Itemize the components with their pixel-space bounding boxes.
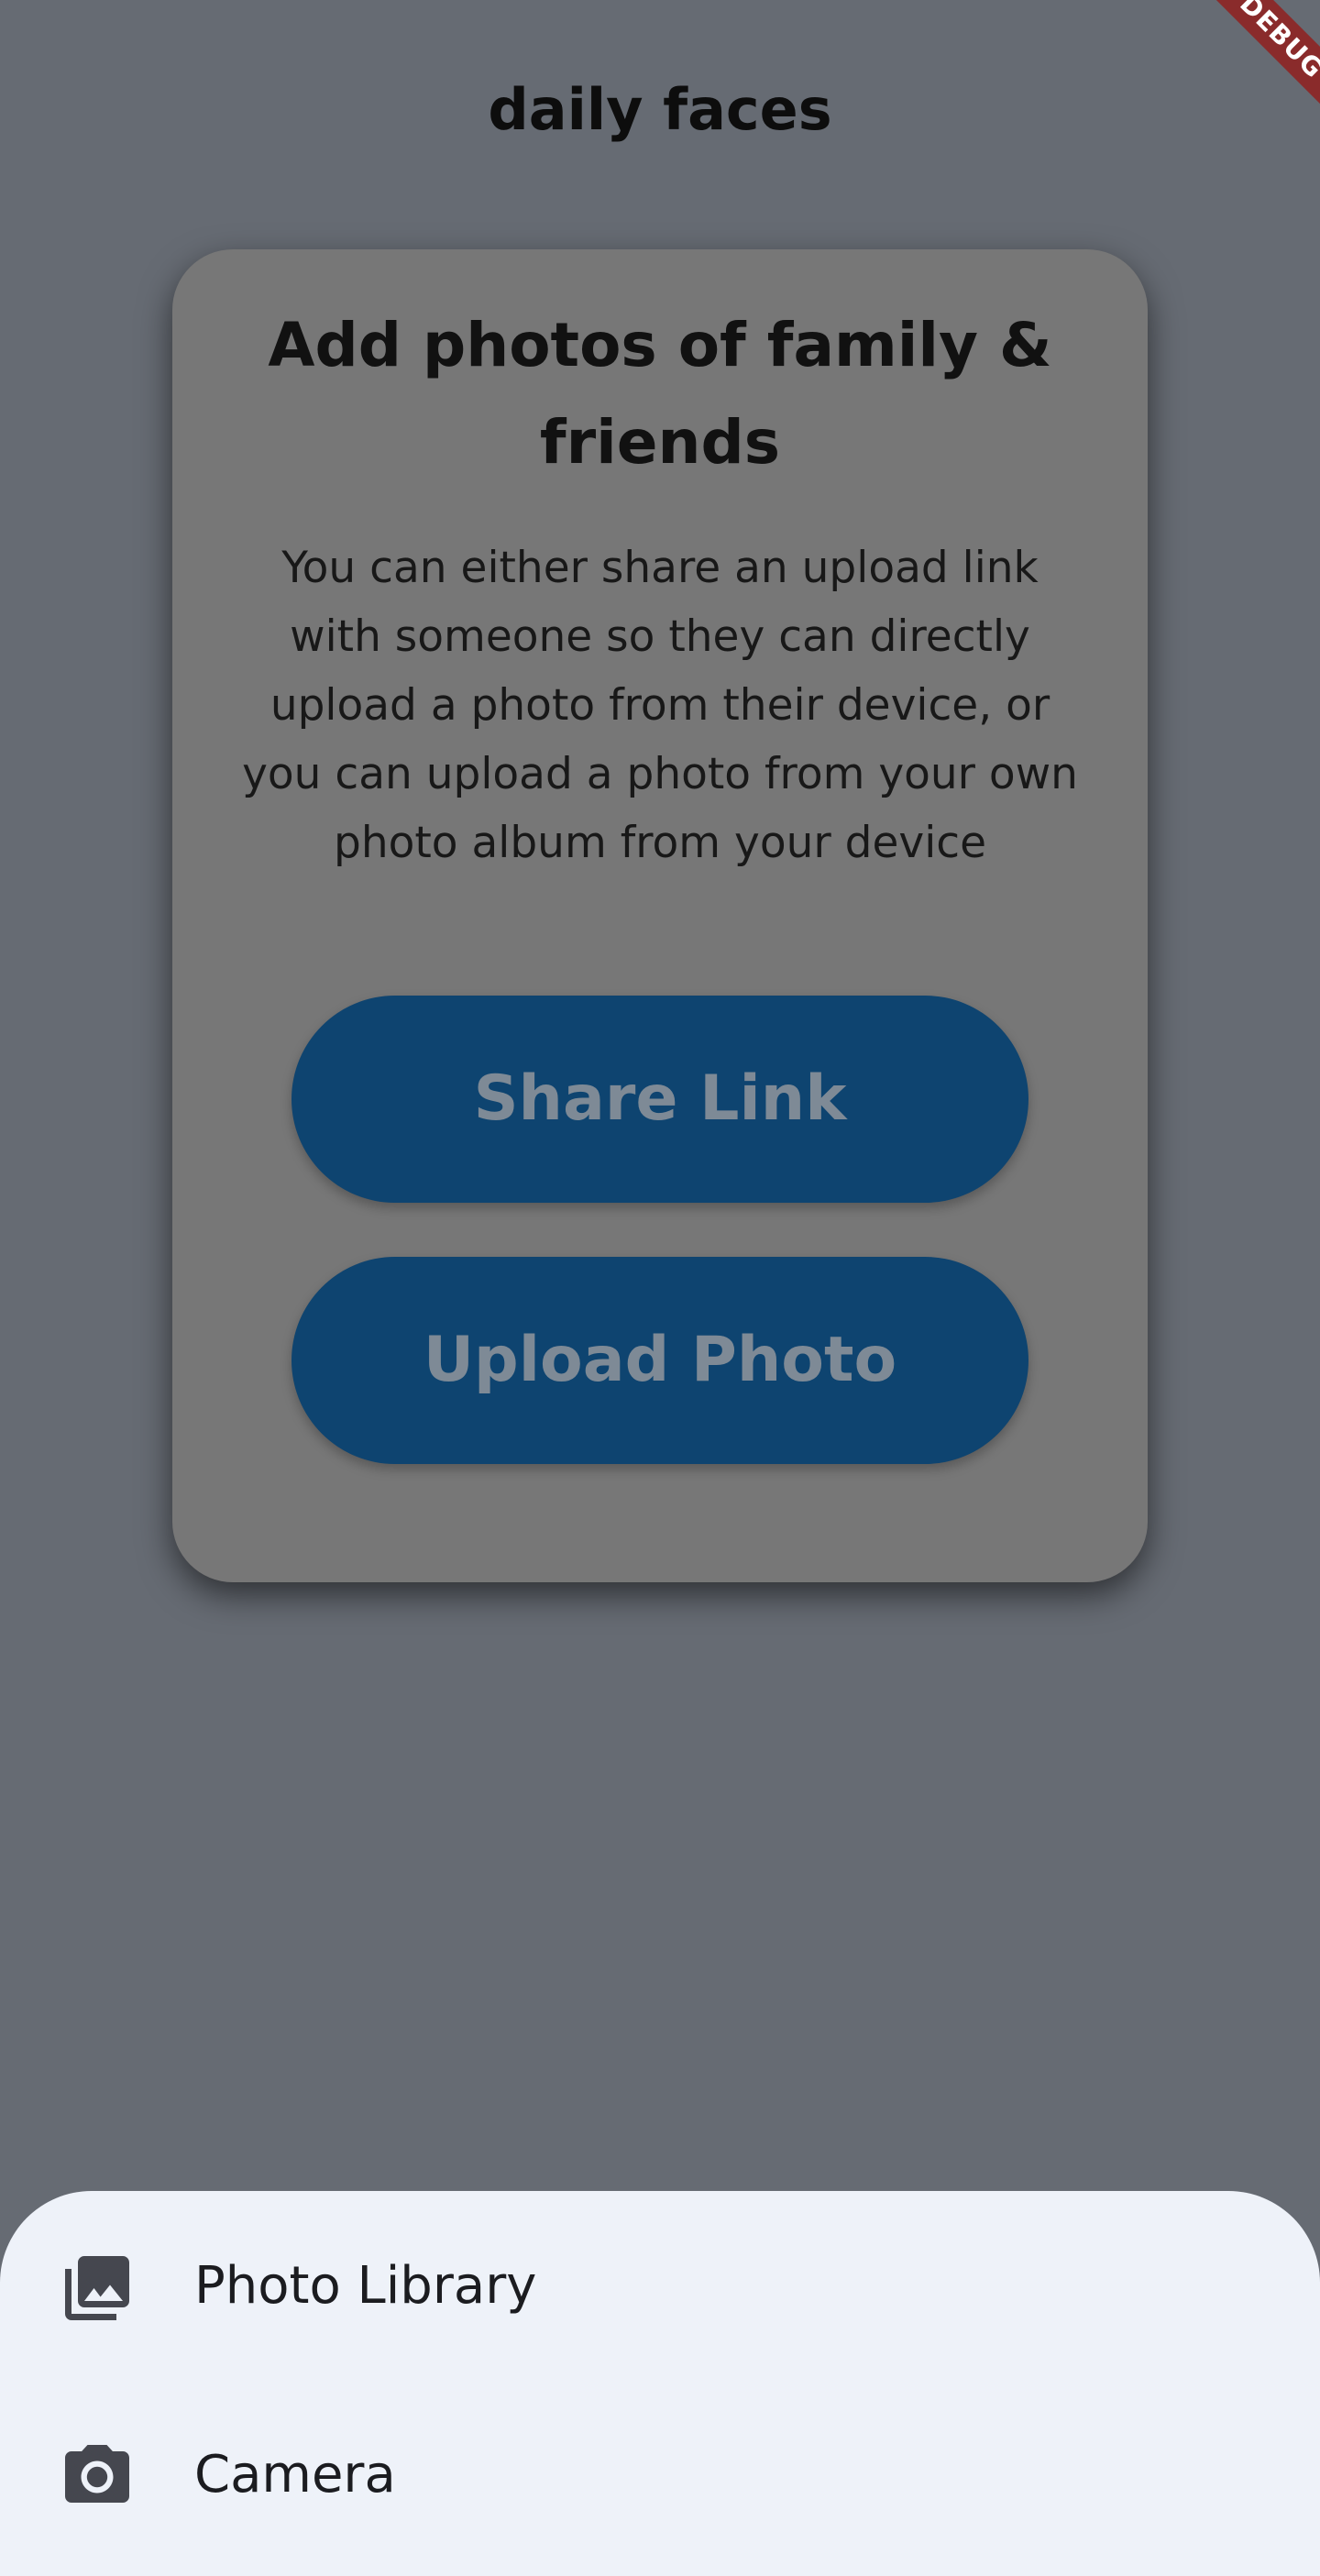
upload-photo-button[interactable]: Upload Photo xyxy=(292,1257,1028,1464)
camera-option[interactable]: Camera xyxy=(0,2382,1320,2565)
camera-icon xyxy=(65,2445,129,2503)
camera-label: Camera xyxy=(194,2445,396,2504)
card-heading: Add photos of family & friends xyxy=(268,310,1052,478)
share-link-button[interactable]: Share Link xyxy=(292,996,1028,1203)
card-description: You can either share an upload link with… xyxy=(242,543,1078,868)
add-photos-card: Add photos of family & friends You can e… xyxy=(172,249,1148,1582)
photo-library-option[interactable]: Photo Library xyxy=(0,2191,1320,2374)
image-source-bottom-sheet: Photo Library Camera xyxy=(0,2191,1320,2576)
app-title: daily faces xyxy=(488,76,832,143)
photo-library-label: Photo Library xyxy=(194,2256,537,2316)
debug-banner: DEBUG xyxy=(1182,0,1320,138)
debug-banner-label: DEBUG xyxy=(1182,0,1320,138)
photo-library-icon xyxy=(65,2256,129,2320)
